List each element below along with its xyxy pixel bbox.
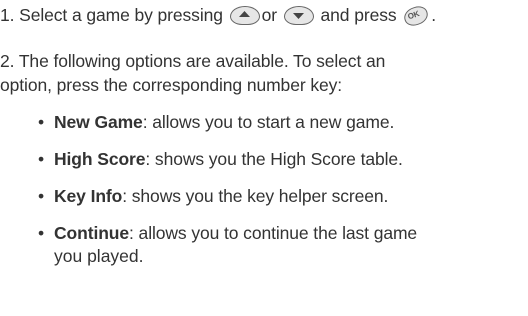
option-new-game: • New Game: allows you to start a new gam… bbox=[38, 111, 394, 134]
step-2-line-1: 2. The following options are available. … bbox=[0, 51, 386, 71]
step-1-or: or bbox=[261, 5, 282, 25]
bullet-dot: • bbox=[38, 186, 45, 206]
up-nav-key-icon bbox=[229, 6, 260, 25]
option-desc: : shows you the key helper screen. bbox=[122, 186, 389, 206]
option-term: New Game bbox=[54, 112, 143, 132]
step-2-line-2: option, press the corresponding number k… bbox=[0, 75, 343, 95]
option-continue: • Continue: allows you to continue the la… bbox=[38, 222, 417, 245]
step-1-text: 1. Select a game by pressing or and pres… bbox=[0, 3, 437, 29]
option-term: Continue bbox=[54, 223, 130, 243]
option-desc: : allows you to start a new game. bbox=[142, 112, 395, 132]
step-1-prefix: 1. Select a game by pressing bbox=[0, 5, 228, 25]
manual-page: 1. Select a game by pressing or and pres… bbox=[0, 0, 528, 316]
step-1-and-press: and press bbox=[315, 5, 402, 25]
option-key-info: • Key Info: shows you the key helper scre… bbox=[38, 185, 388, 208]
option-continue-line-2: you played. bbox=[54, 246, 144, 266]
down-nav-key-icon bbox=[283, 6, 314, 25]
option-desc: : shows you the High Score table. bbox=[145, 149, 403, 169]
option-term: High Score bbox=[54, 149, 146, 169]
bullet-dot: • bbox=[38, 149, 45, 169]
bullet-dot: • bbox=[38, 112, 45, 132]
option-term: Key Info bbox=[54, 186, 123, 206]
bullet-dot: • bbox=[38, 223, 45, 243]
option-high-score: • High Score: shows you the High Score ta… bbox=[38, 148, 403, 171]
step-1-suffix: . bbox=[431, 5, 437, 25]
ok-key-icon: OK bbox=[402, 3, 431, 29]
option-desc: : allows you to continue the last game bbox=[129, 223, 418, 243]
